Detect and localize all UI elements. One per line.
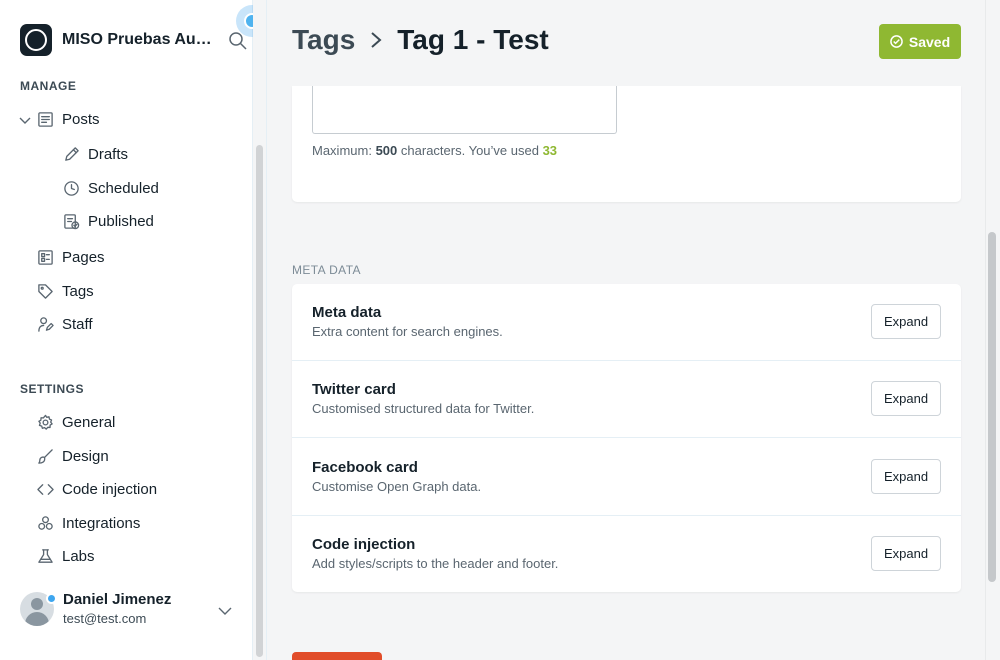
main-content: Maximum: 500 characters. You’ve used 33 … [267, 0, 1000, 660]
pencil-icon [62, 145, 80, 163]
status-dot [46, 593, 57, 604]
sidebar-item-pages[interactable]: Pages [36, 248, 105, 266]
sidebar-item-scheduled[interactable]: Scheduled [62, 179, 159, 197]
sidebar-item-label: Code injection [62, 480, 158, 498]
char-used: 33 [542, 143, 558, 158]
sidebar-item-label: Drafts [88, 145, 129, 163]
sidebar-item-label: Tags [62, 282, 94, 300]
posts-icon [36, 110, 54, 128]
sidebar-item-label: Staff [62, 315, 93, 333]
sidebar-item-label: Pages [62, 248, 105, 266]
sidebar-item-design[interactable]: Design [36, 447, 109, 465]
breadcrumb-tags-link[interactable]: Tags [292, 24, 355, 56]
char-max: 500 [375, 143, 398, 158]
integrations-icon [36, 514, 54, 532]
chevron-down-icon[interactable] [218, 604, 232, 618]
chevron-right-icon [369, 31, 383, 49]
description-textarea[interactable] [312, 84, 617, 134]
user-name: Daniel Jimenez [63, 591, 172, 608]
sidebar-item-label: Posts [62, 110, 100, 128]
flask-icon [36, 547, 54, 565]
meta-card: Meta data Extra content for search engin… [292, 284, 961, 592]
sidebar-item-code-injection[interactable]: Code injection [36, 480, 157, 498]
expand-meta-data-button[interactable]: Expand [871, 304, 941, 339]
description-card: Maximum: 500 characters. You’ve used 33 [292, 84, 961, 202]
meta-row-twitter-card: Twitter card Customised structured data … [292, 361, 961, 438]
meta-row-title: Facebook card [312, 459, 418, 476]
chevron-down-icon[interactable] [19, 113, 31, 125]
sidebar-item-label: Integrations [62, 514, 141, 532]
sidebar-item-posts[interactable]: Posts [36, 110, 100, 128]
sidebar-item-label: Design [62, 447, 109, 465]
char-count: Maximum: 500 characters. You’ve used 33 [312, 143, 557, 158]
code-icon [36, 480, 54, 498]
sidebar: MISO Pruebas Automatizadas MANAGE Posts … [0, 0, 268, 660]
brand[interactable]: MISO Pruebas Automatizadas [20, 24, 214, 56]
meta-row-desc: Add styles/scripts to the header and foo… [312, 556, 559, 571]
expand-twitter-card-button[interactable]: Expand [871, 381, 941, 416]
sidebar-item-label: General [62, 413, 116, 431]
meta-row-facebook-card: Facebook card Customise Open Graph data.… [292, 439, 961, 516]
sidebar-item-staff[interactable]: Staff [36, 315, 93, 333]
saved-button[interactable]: Saved [879, 24, 961, 59]
page-title: Tag 1 - Test [397, 24, 549, 55]
sidebar-item-label: Labs [62, 547, 95, 565]
pages-icon [36, 248, 54, 266]
gear-icon [36, 413, 54, 431]
sidebar-item-drafts[interactable]: Drafts [62, 145, 128, 163]
saved-label: Saved [908, 33, 951, 50]
meta-row-title: Meta data [312, 304, 382, 321]
delete-tag-button[interactable] [292, 652, 382, 660]
sidebar-item-general[interactable]: General [36, 413, 115, 431]
meta-row-meta-data: Meta data Extra content for search engin… [292, 284, 961, 361]
brush-icon [36, 447, 54, 465]
tag-icon [36, 282, 54, 300]
main-scrollbar[interactable] [988, 232, 996, 582]
meta-section-label: META DATA [292, 263, 361, 277]
char-count-prefix: Maximum: [312, 143, 372, 158]
settings-section-title: SETTINGS [20, 382, 85, 396]
brand-name: MISO Pruebas Automatizadas [62, 31, 214, 48]
meta-row-desc: Extra content for search engines. [312, 324, 503, 339]
meta-row-desc: Customise Open Graph data. [312, 479, 482, 494]
manage-section-title: MANAGE [20, 79, 77, 93]
sidebar-item-published[interactable]: Published [62, 212, 154, 230]
staff-icon [36, 315, 54, 333]
meta-row-title: Twitter card [312, 381, 396, 398]
sidebar-item-labs[interactable]: Labs [36, 547, 95, 565]
user-email: test@test.com [63, 611, 147, 626]
sidebar-scrollbar[interactable] [256, 145, 263, 657]
expand-code-injection-button[interactable]: Expand [871, 536, 941, 571]
meta-row-title: Code injection [312, 536, 416, 553]
check-circle-icon [890, 35, 903, 48]
sidebar-item-tags[interactable]: Tags [36, 282, 94, 300]
header: Tags Tag 1 - Test Saved [267, 0, 988, 86]
expand-facebook-card-button[interactable]: Expand [871, 459, 941, 494]
brand-logo [20, 24, 52, 56]
meta-row-code-injection: Code injection Add styles/scripts to the… [292, 516, 961, 593]
sidebar-item-label: Published [88, 212, 154, 230]
sidebar-item-label: Scheduled [88, 179, 159, 197]
breadcrumb: Tags Tag 1 - Test [292, 24, 549, 56]
clock-icon [62, 179, 80, 197]
published-icon [62, 212, 80, 230]
char-count-middle: characters. You’ve used [400, 143, 539, 158]
meta-row-desc: Customised structured data for Twitter. [312, 401, 535, 416]
sidebar-item-integrations[interactable]: Integrations [36, 514, 140, 532]
